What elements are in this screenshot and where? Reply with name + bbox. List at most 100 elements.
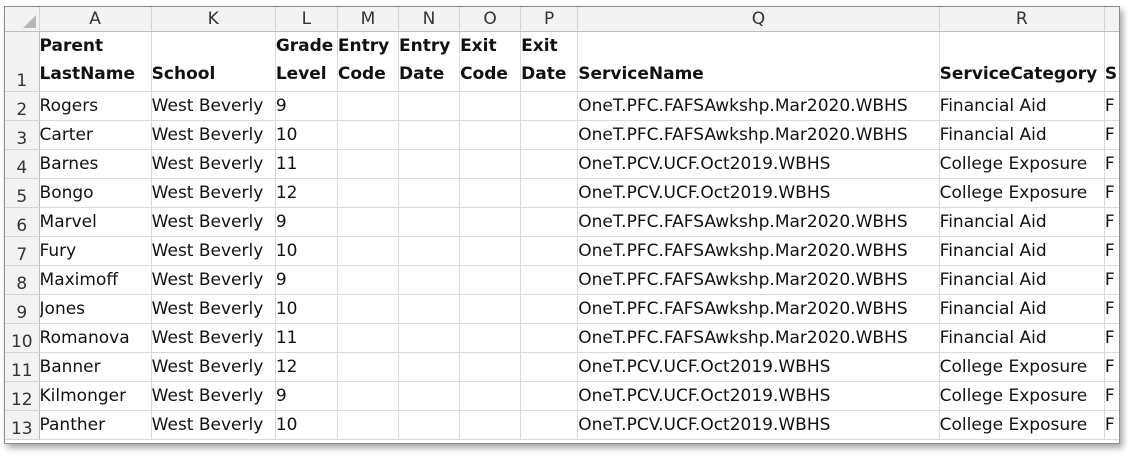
row-header[interactable]: 9 — [5, 294, 40, 324]
cell-s[interactable]: F — [1104, 120, 1119, 150]
cell-grade-level[interactable]: 9 — [275, 381, 338, 411]
header-cell-entry-code[interactable]: Entry Code — [337, 31, 399, 92]
cell-exit-code[interactable] — [459, 91, 522, 121]
header-cell-s[interactable]: S — [1104, 31, 1119, 92]
column-header-p[interactable]: P — [520, 7, 579, 32]
cell-service-category[interactable]: Financial Aid — [939, 120, 1105, 150]
row-header[interactable]: 11 — [5, 352, 40, 382]
cell-service-category[interactable]: Financial Aid — [939, 294, 1105, 324]
cell-parent-lastname[interactable]: Maximoff — [39, 265, 152, 295]
cell-exit-date[interactable] — [520, 265, 579, 295]
row-header[interactable]: 6 — [5, 207, 40, 237]
cell-service-category[interactable]: Financial Aid — [939, 91, 1105, 121]
cell-exit-date[interactable] — [520, 381, 579, 411]
cell-exit-code[interactable] — [459, 294, 522, 324]
cell-exit-date[interactable] — [520, 178, 579, 208]
column-header-a[interactable]: A — [39, 7, 152, 32]
cell-school[interactable]: West Beverly — [151, 178, 276, 208]
cell-parent-lastname[interactable]: Marvel — [39, 207, 152, 237]
cell-school[interactable]: West Beverly — [151, 323, 276, 353]
header-cell-service-name[interactable]: ServiceName — [577, 31, 940, 92]
cell-exit-date[interactable] — [520, 120, 579, 150]
column-header-o[interactable]: O — [459, 7, 522, 32]
cell-entry-date[interactable] — [398, 410, 461, 440]
cell-service-name[interactable]: OneT.PCV.UCF.Oct2019.WBHS — [577, 410, 940, 440]
cell-exit-date[interactable] — [520, 91, 579, 121]
row-header[interactable]: 2 — [5, 91, 40, 121]
cell-parent-lastname[interactable]: Panther — [39, 410, 152, 440]
cell-entry-code[interactable] — [337, 265, 399, 295]
column-header-m[interactable]: M — [337, 7, 399, 32]
cell-school[interactable]: West Beverly — [151, 294, 276, 324]
cell-s[interactable]: F — [1104, 178, 1119, 208]
cell-school[interactable]: West Beverly — [151, 236, 276, 266]
cell-service-name[interactable]: OneT.PCV.UCF.Oct2019.WBHS — [577, 149, 940, 179]
cell-grade-level[interactable]: 11 — [275, 149, 338, 179]
cell-entry-code[interactable] — [337, 381, 399, 411]
cell-exit-code[interactable] — [459, 207, 522, 237]
cell-service-name[interactable]: OneT.PFC.FAFSAwkshp.Mar2020.WBHS — [577, 91, 940, 121]
cell-entry-code[interactable] — [337, 236, 399, 266]
cell-exit-code[interactable] — [459, 120, 522, 150]
cell-school[interactable]: West Beverly — [151, 91, 276, 121]
header-cell-exit-code[interactable]: Exit Code — [459, 31, 522, 92]
cell-s[interactable]: F — [1104, 410, 1119, 440]
cell-exit-date[interactable] — [520, 236, 579, 266]
cell-entry-date[interactable] — [398, 265, 461, 295]
cell-grade-level[interactable]: 10 — [275, 410, 338, 440]
cell-grade-level[interactable]: 9 — [275, 265, 338, 295]
cell-grade-level[interactable]: 11 — [275, 323, 338, 353]
cell-exit-code[interactable] — [459, 178, 522, 208]
column-header-n[interactable]: N — [398, 7, 461, 32]
cell-exit-code[interactable] — [459, 381, 522, 411]
cell-grade-level[interactable]: 12 — [275, 178, 338, 208]
column-header-q[interactable]: Q — [577, 7, 940, 32]
cell-entry-code[interactable] — [337, 120, 399, 150]
cell-exit-code[interactable] — [459, 265, 522, 295]
cell-entry-date[interactable] — [398, 352, 461, 382]
row-header[interactable]: 10 — [5, 323, 40, 353]
header-cell-grade-level[interactable]: Grade Level — [275, 31, 338, 92]
cell-grade-level[interactable]: 12 — [275, 352, 338, 382]
cell-parent-lastname[interactable]: Romanova — [39, 323, 152, 353]
cell-exit-code[interactable] — [459, 410, 522, 440]
cell-entry-code[interactable] — [337, 294, 399, 324]
cell-service-name[interactable]: OneT.PFC.FAFSAwkshp.Mar2020.WBHS — [577, 323, 940, 353]
cell-s[interactable]: F — [1104, 352, 1119, 382]
cell-service-category[interactable]: Financial Aid — [939, 207, 1105, 237]
cell-s[interactable]: F — [1104, 149, 1119, 179]
cell-parent-lastname[interactable]: Fury — [39, 236, 152, 266]
cell-s[interactable]: F — [1104, 207, 1119, 237]
cell-entry-date[interactable] — [398, 294, 461, 324]
cell-service-name[interactable]: OneT.PFC.FAFSAwkshp.Mar2020.WBHS — [577, 294, 940, 324]
cell-service-name[interactable]: OneT.PFC.FAFSAwkshp.Mar2020.WBHS — [577, 236, 940, 266]
row-header[interactable]: 7 — [5, 236, 40, 266]
cell-entry-code[interactable] — [337, 207, 399, 237]
row-header[interactable]: 5 — [5, 178, 40, 208]
cell-school[interactable]: West Beverly — [151, 381, 276, 411]
cell-service-category[interactable]: Financial Aid — [939, 265, 1105, 295]
cell-s[interactable]: F — [1104, 294, 1119, 324]
cell-parent-lastname[interactable]: Banner — [39, 352, 152, 382]
column-header-r[interactable]: R — [939, 7, 1105, 32]
cell-school[interactable]: West Beverly — [151, 149, 276, 179]
header-cell-entry-date[interactable]: Entry Date — [398, 31, 461, 92]
cell-entry-date[interactable] — [398, 207, 461, 237]
cell-exit-code[interactable] — [459, 323, 522, 353]
cell-entry-code[interactable] — [337, 91, 399, 121]
cell-parent-lastname[interactable]: Jones — [39, 294, 152, 324]
cell-grade-level[interactable]: 10 — [275, 294, 338, 324]
cell-exit-date[interactable] — [520, 410, 579, 440]
cell-service-name[interactable]: OneT.PCV.UCF.Oct2019.WBHS — [577, 381, 940, 411]
header-cell-parent-lastname[interactable]: Parent LastName — [39, 31, 152, 92]
cell-school[interactable]: West Beverly — [151, 410, 276, 440]
cell-service-name[interactable]: OneT.PCV.UCF.Oct2019.WBHS — [577, 352, 940, 382]
cell-s[interactable]: F — [1104, 381, 1119, 411]
row-header[interactable]: 3 — [5, 120, 40, 150]
header-cell-school[interactable]: School — [151, 31, 276, 92]
cell-grade-level[interactable]: 10 — [275, 236, 338, 266]
select-all-corner[interactable] — [5, 7, 40, 32]
cell-service-category[interactable]: College Exposure — [939, 381, 1105, 411]
cell-entry-code[interactable] — [337, 323, 399, 353]
cell-entry-date[interactable] — [398, 178, 461, 208]
